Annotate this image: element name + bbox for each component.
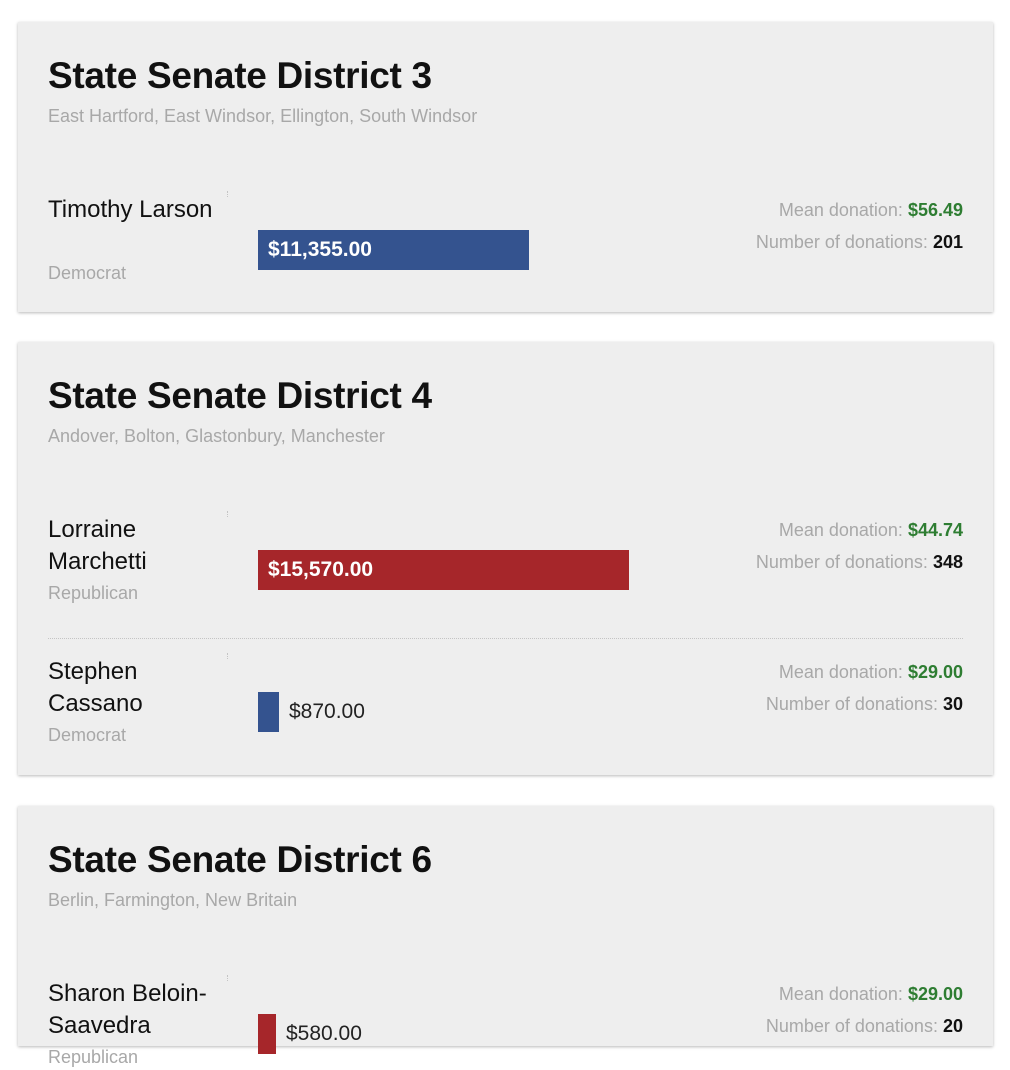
- district-title: State Senate District 6: [48, 839, 432, 880]
- mean-donation-value: $44.74: [907, 520, 963, 540]
- candidate-party: Democrat: [48, 725, 127, 745]
- donation-total-label: $580.00: [286, 1022, 362, 1045]
- donation-count-line: Number of donations: 30: [663, 688, 963, 720]
- donation-total-label: $15,570.00: [268, 558, 374, 581]
- district-title: State Senate District 3: [48, 55, 432, 96]
- donation-count-value: 201: [932, 232, 963, 252]
- candidate-name: Timothy Larson: [48, 196, 213, 223]
- candidate-party: Democrat: [48, 263, 127, 283]
- mean-donation-label: Mean donation:: [778, 662, 903, 682]
- donation-count-line: Number of donations: 201: [663, 226, 963, 258]
- mean-donation-line: Mean donation: $44.74: [663, 514, 963, 546]
- donation-count-line: Number of donations: 20: [663, 1010, 963, 1042]
- district-towns: Berlin, Farmington, New Britain: [48, 890, 298, 910]
- mean-donation-value: $56.49: [907, 200, 963, 220]
- candidate-separator: [48, 638, 963, 639]
- donation-bar-area: $870.00: [258, 692, 728, 732]
- district-card: State Senate District 4 Andover, Bolton, …: [18, 342, 993, 775]
- candidate-party: Republican: [48, 583, 139, 603]
- donation-stats: Mean donation: $29.00 Number of donations…: [663, 978, 963, 1042]
- district-towns: Andover, Bolton, Glastonbury, Manchester: [48, 426, 385, 446]
- donation-count-value: 20: [942, 1016, 963, 1036]
- mean-donation-line: Mean donation: $29.00: [663, 978, 963, 1010]
- donation-count-value: 348: [932, 552, 963, 572]
- donation-count-line: Number of donations: 348: [663, 546, 963, 578]
- district-towns: East Hartford, East Windsor, Ellington, …: [48, 106, 478, 126]
- mean-donation-value: $29.00: [907, 984, 963, 1004]
- column-divider: [227, 975, 228, 981]
- mean-donation-line: Mean donation: $29.00: [663, 656, 963, 688]
- mean-donation-line: Mean donation: $56.49: [663, 194, 963, 226]
- donation-bar-area: $15,570.00: [258, 550, 728, 590]
- mean-donation-label: Mean donation:: [778, 520, 903, 540]
- donation-total-bar: [258, 1014, 276, 1054]
- candidate-name: Stephen Cassano: [48, 658, 143, 717]
- district-card: State Senate District 3 East Hartford, Ea…: [18, 22, 993, 312]
- donation-total-bar: [258, 692, 279, 732]
- mean-donation-label: Mean donation:: [778, 984, 903, 1004]
- donation-bar-area: $580.00: [258, 1014, 728, 1054]
- donation-stats: Mean donation: $29.00 Number of donations…: [663, 656, 963, 720]
- donation-count-value: 30: [942, 694, 963, 714]
- candidate-name: Lorraine Marchetti: [48, 516, 147, 575]
- column-divider: [227, 653, 228, 659]
- donation-total-label: $870.00: [289, 700, 365, 723]
- donation-total-label: $11,355.00: [268, 238, 372, 261]
- district-title: State Senate District 4: [48, 375, 432, 416]
- donation-count-label: Number of donations:: [755, 552, 928, 572]
- donation-count-label: Number of donations:: [765, 1016, 938, 1036]
- district-cards: State Senate District 3 East Hartford, Ea…: [0, 0, 1010, 1067]
- donation-stats: Mean donation: $56.49 Number of donations…: [663, 194, 963, 258]
- district-card: State Senate District 6 Berlin, Farmingto…: [18, 806, 993, 1067]
- column-divider: [227, 511, 228, 517]
- mean-donation-value: $29.00: [907, 662, 963, 682]
- donation-count-label: Number of donations:: [755, 232, 928, 252]
- column-divider: [227, 191, 228, 197]
- donation-count-label: Number of donations:: [765, 694, 938, 714]
- donation-bar-area: $11,355.00: [258, 230, 728, 270]
- candidate-party: Republican: [48, 1047, 139, 1067]
- candidate-name: Sharon Beloin-Saavedra: [48, 980, 207, 1039]
- mean-donation-label: Mean donation:: [778, 200, 903, 220]
- donation-stats: Mean donation: $44.74 Number of donations…: [663, 514, 963, 578]
